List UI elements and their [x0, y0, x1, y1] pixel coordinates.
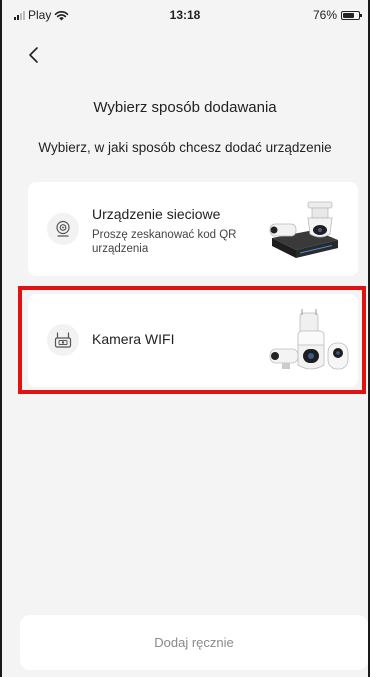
battery-percentage: 76%	[312, 8, 337, 22]
nvr-and-ptz-camera-image	[268, 196, 344, 266]
add-manually-button[interactable]: Dodaj ręcznie	[20, 615, 368, 670]
option-description: Proszę zeskanować kod QR urządzenia	[92, 229, 237, 255]
battery-icon	[341, 10, 362, 20]
chevron-left-icon	[29, 47, 38, 63]
app-screen: Play 13:18 76% Wybierz sposób dodawania …	[0, 0, 370, 677]
battery-fill	[343, 12, 355, 18]
wifi-cameras-image	[268, 307, 350, 377]
option-title: Kamera WIFI	[92, 331, 175, 347]
page-subtitle: Wybierz, w jaki sposób chcesz dodać urzą…	[38, 140, 332, 155]
page-title: Wybierz sposób dodawania	[93, 99, 277, 116]
option-wifi-camera[interactable]: Kamera WIFI	[28, 294, 358, 387]
option-network-device[interactable]: Urządzenie sieciowe Proszę zeskanować ko…	[28, 182, 358, 276]
option-title: Urządzenie sieciowe	[92, 206, 221, 222]
network-device-icon	[47, 213, 79, 245]
wifi-camera-icon	[47, 324, 79, 356]
status-bar-right: 76%	[312, 8, 362, 22]
status-bar: Play 13:18 76%	[2, 0, 368, 30]
back-button[interactable]	[22, 42, 48, 68]
